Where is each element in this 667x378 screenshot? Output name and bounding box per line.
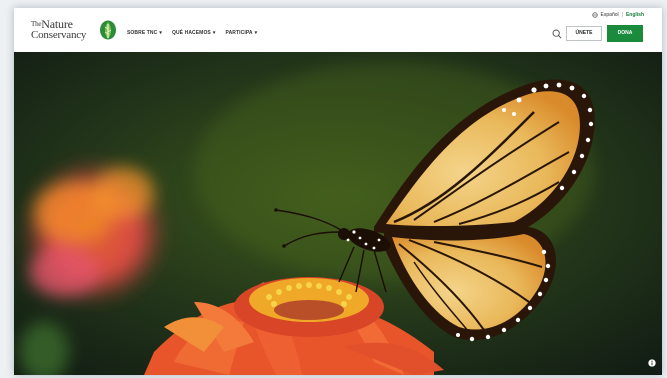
nav-que-hacemos[interactable]: QUÉ HACEMOS ▾	[172, 30, 216, 36]
monarch-butterfly-on-zinnia-photo	[14, 52, 662, 375]
info-icon[interactable]	[648, 359, 656, 367]
leaf-logo-icon	[100, 20, 116, 40]
globe-icon	[591, 12, 598, 18]
hero-image	[14, 52, 662, 375]
chevron-down-icon: ▾	[159, 30, 162, 36]
nav-sobre-tnc[interactable]: SOBRE TNC ▾	[127, 30, 162, 36]
language-switcher: Español | English	[591, 12, 644, 18]
logo-wordmark: TheNature Conservancy	[31, 18, 87, 41]
tnc-logo[interactable]: TheNature Conservancy	[31, 18, 117, 45]
logo-conservancy: Conservancy	[31, 29, 87, 41]
donate-button[interactable]: DONA	[607, 25, 643, 42]
lang-english-link[interactable]: English	[626, 12, 644, 18]
nav-label: PARTICIPA	[225, 30, 253, 36]
site-header: TheNature Conservancy SOBRE TNC ▾ QUÉ HA…	[14, 8, 662, 53]
chevron-down-icon: ▾	[254, 30, 258, 36]
lang-separator: |	[621, 12, 623, 18]
browser-viewport: TheNature Conservancy SOBRE TNC ▾ QUÉ HA…	[14, 8, 662, 375]
nav-participa[interactable]: PARTICIPA ▾	[226, 30, 258, 36]
nav-label: QUÉ HACEMOS	[171, 30, 211, 36]
nav-label: SOBRE TNC	[127, 30, 158, 36]
lang-espanol-link[interactable]: Español	[601, 12, 619, 18]
chevron-down-icon: ▾	[212, 30, 216, 36]
main-nav: SOBRE TNC ▾ QUÉ HACEMOS ▾ PARTICIPA ▾	[127, 30, 257, 36]
join-button[interactable]: ÚNETE	[566, 26, 602, 41]
search-icon[interactable]	[552, 29, 562, 39]
logo-the: The	[31, 20, 42, 28]
